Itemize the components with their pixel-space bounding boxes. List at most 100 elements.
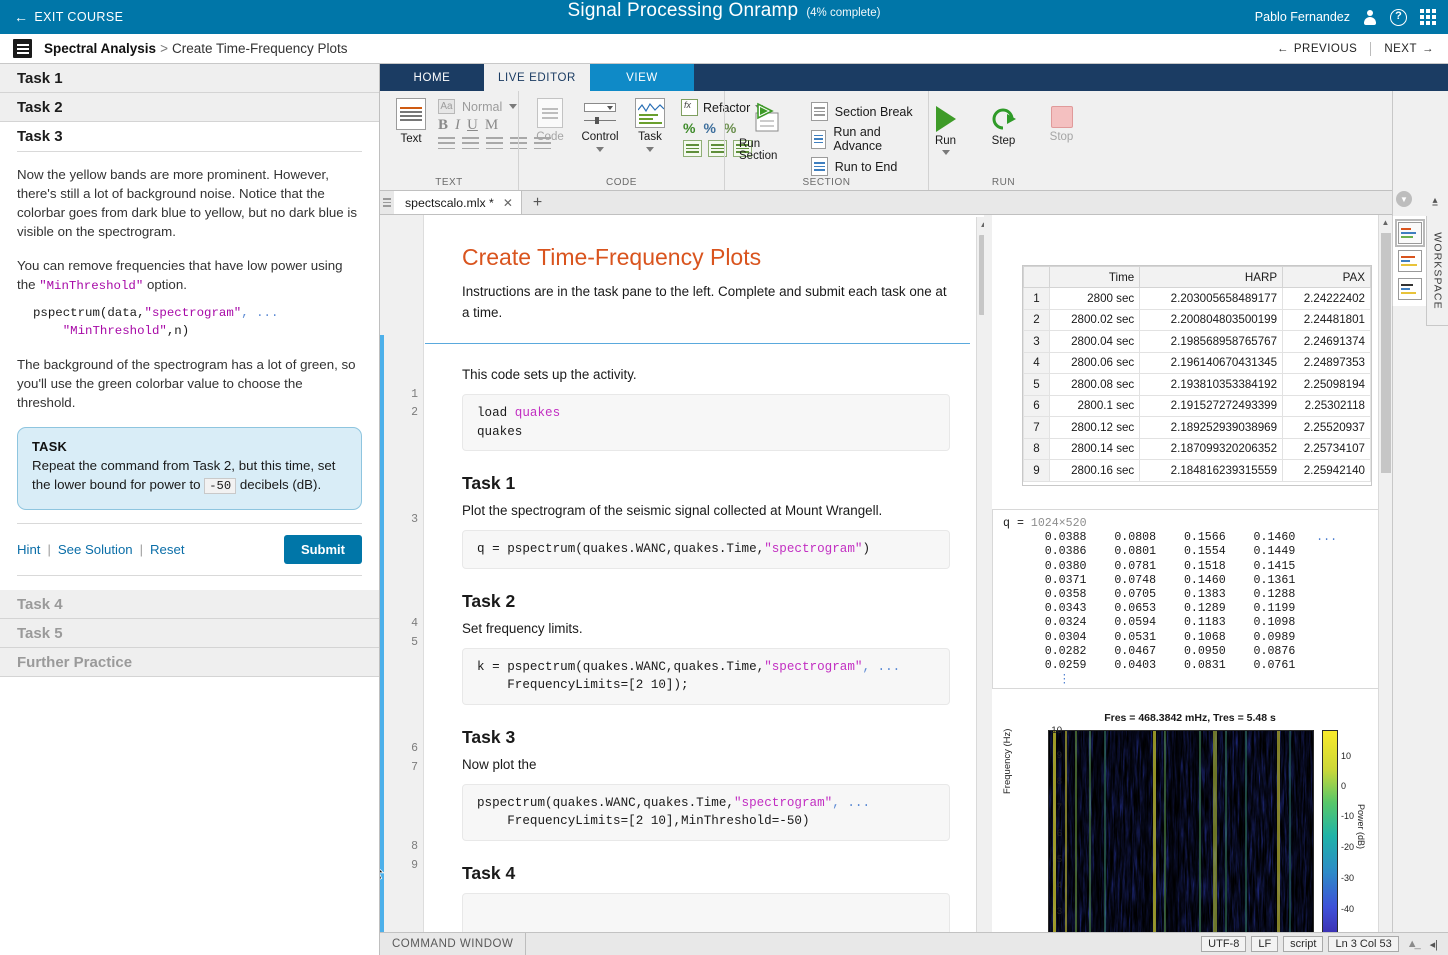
- matrix-cell: 0.0801: [1114, 545, 1157, 559]
- cell-pax: 2.25098194: [1282, 373, 1371, 396]
- menu-hamburger-icon[interactable]: [13, 39, 32, 58]
- control-chevron-down-icon[interactable]: [596, 147, 604, 152]
- eject-icon[interactable]: ▲̲: [1404, 938, 1421, 950]
- code-task2-dots: , ...: [862, 659, 901, 674]
- code-cell-task2[interactable]: k = pspectrum(quakes.WANC,quakes.Time,"s…: [462, 647, 950, 705]
- variable-table[interactable]: Time HARP PAX 1 2800 sec 2.203005658489177…: [1022, 265, 1372, 486]
- line-number: 2: [411, 406, 418, 419]
- comment-icon[interactable]: %: [683, 120, 695, 136]
- task-pane-item-task2[interactable]: Task 2: [0, 93, 379, 122]
- matrix-cell: 0.1068: [1183, 630, 1226, 644]
- next-button[interactable]: NEXT →: [1384, 43, 1434, 55]
- italic-button[interactable]: I: [455, 117, 460, 134]
- live-editor-canvas[interactable]: 1 2 3 4 5 6 7 8 9 10 Create Time-Frequen…: [380, 215, 992, 955]
- step-button[interactable]: Step: [981, 103, 1027, 173]
- workspace-view-icon[interactable]: [1394, 219, 1425, 247]
- table-view-icon[interactable]: [1397, 250, 1422, 272]
- pane-splitter[interactable]: [984, 215, 992, 955]
- plot-view-icon[interactable]: [1397, 278, 1422, 300]
- previous-button[interactable]: ← PREVIOUS: [1277, 43, 1357, 55]
- cell-time: 2800.02 sec: [1048, 308, 1141, 331]
- line-ending-indicator[interactable]: LF: [1251, 936, 1279, 952]
- task-chevron-down-icon[interactable]: [646, 147, 654, 152]
- matrix-cell: 0.1554: [1183, 545, 1226, 559]
- ribbon-tab-live-editor[interactable]: LIVE EDITOR: [484, 64, 590, 91]
- run-and-advance-item[interactable]: Run and Advance: [810, 125, 920, 153]
- link-separator: |: [139, 542, 144, 557]
- code-cell-task4[interactable]: [462, 892, 950, 936]
- task-pane-item-further-practice[interactable]: Further Practice: [0, 648, 379, 677]
- encoding-indicator[interactable]: UTF-8: [1201, 936, 1247, 952]
- line-number: 9: [411, 859, 418, 872]
- run-button[interactable]: Run: [923, 103, 969, 173]
- run-chevron-down-icon[interactable]: [941, 150, 950, 155]
- underline-button[interactable]: U: [467, 117, 478, 134]
- collapse-status-icon[interactable]: ◂|: [1426, 938, 1442, 951]
- person-icon[interactable]: [1363, 9, 1377, 25]
- stop-button[interactable]: Stop: [1039, 103, 1085, 173]
- align-left-icon[interactable]: [486, 137, 503, 149]
- numbered-list-icon[interactable]: [462, 137, 479, 149]
- workspace-tab[interactable]: WORKSPACE: [1426, 216, 1448, 326]
- control-button[interactable]: Control: [577, 95, 623, 173]
- previous-arrow-icon: ←: [1276, 43, 1289, 55]
- collapse-panel-icon[interactable]: ▴̲: [1426, 191, 1444, 209]
- run-to-end-item[interactable]: Run to End: [810, 157, 920, 176]
- bulleted-list-icon[interactable]: [438, 137, 455, 149]
- code-button[interactable]: Code: [527, 95, 573, 173]
- submit-button[interactable]: Submit: [283, 535, 362, 564]
- monospace-button[interactable]: M: [485, 117, 498, 134]
- editor-document[interactable]: Create Time-Frequency Plots Instructions…: [425, 215, 970, 955]
- command-window-tab[interactable]: COMMAND WINDOW: [380, 932, 527, 955]
- section-break-item[interactable]: Section Break: [810, 102, 920, 121]
- code-cell-setup[interactable]: load quakes quakes: [462, 394, 950, 451]
- task-box-label: TASK: [32, 439, 68, 454]
- table-row: 6 2800.1 sec 2.191527272493399 2.25302118: [1023, 394, 1371, 417]
- step-icon: [992, 108, 1016, 130]
- ribbon-group-text: Text Aa Normal B I U M TEXT: [380, 91, 551, 190]
- code-cell-task3[interactable]: pspectrum(quakes.WANC,quakes.Time,"spect…: [462, 783, 950, 841]
- smart-indent-icon[interactable]: [683, 140, 702, 157]
- spectrogram-figure[interactable]: Fres = 468.3842 mHz, Tres = 5.48 s 10 9 …: [1000, 708, 1380, 955]
- previous-label: PREVIOUS: [1293, 43, 1358, 55]
- text-button-label: Text: [400, 133, 422, 145]
- close-icon[interactable]: ✕: [503, 196, 513, 210]
- code-cell-task1[interactable]: q = pspectrum(quakes.WANC,quakes.Time,"s…: [462, 530, 950, 569]
- scroll-thumb[interactable]: [1381, 233, 1391, 473]
- new-tab-button[interactable]: +: [522, 191, 553, 214]
- cell-harp: 2.193810353384192: [1139, 373, 1284, 396]
- text-button[interactable]: Text: [388, 95, 434, 173]
- run-section-button[interactable]: Run Section: [733, 95, 801, 173]
- cell-pax: 2.24481801: [1282, 308, 1371, 331]
- apps-grid-icon[interactable]: [1420, 9, 1436, 25]
- cursor-position-indicator[interactable]: Ln 3 Col 53: [1328, 936, 1399, 952]
- task-pane-item-task1[interactable]: Task 1: [0, 64, 379, 93]
- help-icon[interactable]: ?: [1390, 8, 1407, 26]
- exit-course-button[interactable]: ← EXIT COURSE: [14, 9, 123, 25]
- task-button[interactable]: Task: [627, 95, 673, 173]
- hint-link[interactable]: Hint: [17, 542, 40, 557]
- scroll-up-arrow-icon[interactable]: ▲: [1379, 215, 1392, 229]
- uncomment-icon[interactable]: %: [703, 120, 715, 136]
- file-type-indicator[interactable]: script: [1283, 936, 1324, 952]
- output-vertical-scrollbar[interactable]: ▲ ▼: [1378, 215, 1392, 955]
- dock-dropdown-icon[interactable]: ▼: [1396, 191, 1412, 207]
- matrix-cell: 0.1288: [1253, 588, 1296, 602]
- run-and-advance-label: Run and Advance: [833, 125, 883, 153]
- task-pane-item-task4[interactable]: Task 4: [0, 590, 379, 619]
- figure-title: Fres = 468.3842 mHz, Tres = 5.48 s: [1104, 712, 1276, 724]
- colorbar-tick: 10: [1341, 751, 1352, 761]
- task-pane-item-task3[interactable]: Task 3: [0, 122, 379, 151]
- status-bar: COMMAND WINDOW UTF-8 LF script Ln 3 Col …: [380, 932, 1448, 955]
- ribbon-tab-home[interactable]: HOME: [380, 64, 484, 91]
- task-box-text-after: decibels (dB).: [236, 477, 322, 492]
- breadcrumb-chapter[interactable]: Spectral Analysis: [44, 41, 156, 56]
- ribbon-tab-view[interactable]: VIEW: [589, 64, 694, 91]
- task-pane-item-task5[interactable]: Task 5: [0, 619, 379, 648]
- see-solution-link[interactable]: See Solution: [58, 542, 133, 557]
- file-tab-label: spectscalo.mlx *: [405, 195, 494, 210]
- file-tab-spectscalo[interactable]: spectscalo.mlx * ✕: [394, 191, 522, 214]
- bold-button[interactable]: B: [438, 117, 448, 134]
- reset-link[interactable]: Reset: [150, 542, 184, 557]
- cell-harp: 2.184816239315559: [1139, 459, 1284, 482]
